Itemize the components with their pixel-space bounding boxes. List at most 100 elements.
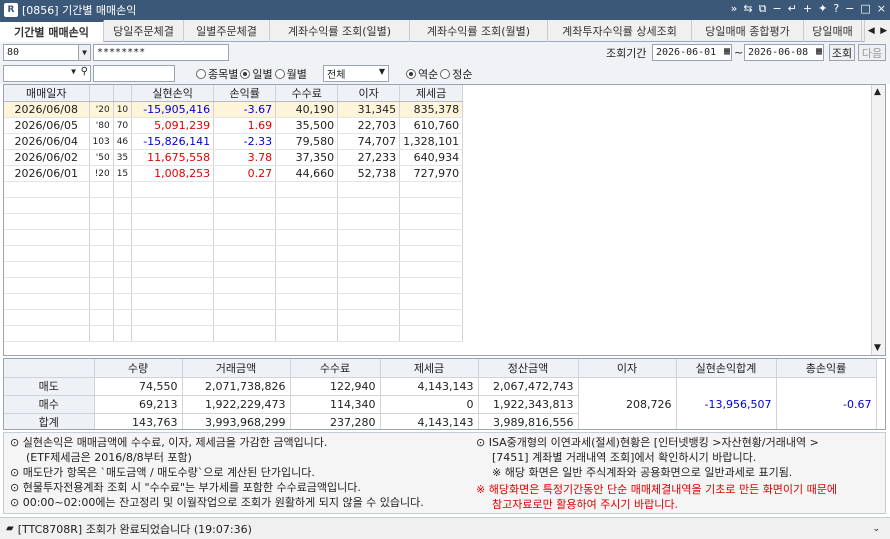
table-cell-tax [399,197,464,214]
table-row[interactable]: 2026/06/08'20 10 -15,905,416 -3.67 40,190 31,… [4,101,464,118]
radio-reverse[interactable]: 역순 [406,66,438,82]
summary-cell: 3,989,816,556 [478,413,579,429]
minimize-icon[interactable]: − [845,2,854,16]
col-pnl-rate[interactable]: 손익률 [213,85,277,102]
table-cell-fee: 35,500 [275,117,339,134]
radio-daily[interactable]: 일별 [240,66,273,82]
table-cell-fee [275,277,339,294]
sum-col-tax: 제세금 [380,359,479,378]
table-row[interactable] [4,325,464,342]
table-row[interactable] [4,181,464,198]
table-cell-pnl [131,181,215,198]
col-fee[interactable]: 수수료 [275,85,339,102]
table-cell-pnl [131,277,215,294]
account-input[interactable]: 80 ▼ [3,44,91,61]
return-icon[interactable]: ↵ [788,2,797,16]
search-icon[interactable]: ⚲ [81,66,88,77]
scroll-up-icon[interactable]: ▲ [874,87,881,97]
plus-icon[interactable]: + [803,2,812,16]
table-cell-hidden [113,213,133,230]
col-tax[interactable]: 제세금 [399,85,464,102]
password-input[interactable]: ******** [93,44,229,61]
radio-forward[interactable]: 정순 [440,66,473,82]
stock-search-input[interactable]: ▼ ⚲ [3,65,91,82]
summary-cell: 74,550 [94,377,183,396]
table-cell-date: 2026/06/01 [4,165,90,182]
chevron-down-icon[interactable]: ⌄ [872,524,880,534]
table-cell-hidden [89,229,114,246]
next-button[interactable]: 다음 [858,44,886,61]
scroll-down-icon[interactable]: ▼ [874,343,881,353]
table-cell-tax [399,325,464,342]
status-bar: ▰ [TTC8708R] 조회가 완료되었습니다 (19:07:36) ⌄ [0,517,890,539]
table-row[interactable] [4,229,464,246]
radio-monthly[interactable]: 월별 [274,66,307,82]
col-interest[interactable]: 이자 [337,85,401,102]
radio-forward-label: 정순 [452,67,473,81]
tab-today-orders[interactable]: 당일주문체결 [104,20,184,42]
tab-return-daily[interactable]: 계좌수익률 조회(일별) [270,20,410,42]
tab-next-icon[interactable]: ▶ [878,20,890,42]
table-row[interactable] [4,197,464,214]
tab-daily-orders[interactable]: 일별주문체결 [184,20,270,42]
tab-today-trade[interactable]: 당일매매 [804,20,862,42]
table-row[interactable] [4,213,464,230]
end-date-input[interactable]: 2026-06-08 ▦ [744,44,824,61]
notes-panel: ⊙ 실현손익은 매매금액에 수수료, 이자, 제세금을 가감한 금액입니다. (… [3,432,886,514]
help-icon[interactable]: ? [833,2,839,16]
table-cell-pnl [131,293,215,310]
link-icon[interactable]: » [731,2,738,16]
account-dropdown-icon[interactable]: ▼ [78,45,90,60]
table-row[interactable]: 2026/06/02'50 35 11,675,558 3.78 37,350 27,23… [4,149,464,166]
tab-bar: 기간별 매매손익 당일주문체결 일별주문체결 계좌수익률 조회(일별) 계좌수익… [0,20,890,42]
radio-reverse-label: 역순 [418,67,439,81]
minus-icon[interactable]: − [772,2,781,16]
tab-today-eval[interactable]: 당일매매 종합평가 [692,20,804,42]
pin-icon[interactable]: ⇆ [743,2,752,16]
table-cell-rate [213,293,277,310]
query-button[interactable]: 조회 [829,44,855,61]
table-cell-pnl [131,309,215,326]
date-separator: ~ [734,46,744,59]
table-row[interactable] [4,277,464,294]
summary-cell: 114,340 [290,395,381,414]
table-cell-hidden [89,181,114,198]
table-cell-date: 2026/06/05 [4,117,90,134]
tab-period-pnl[interactable]: 기간별 매매손익 [0,20,104,42]
calendar-icon[interactable]: ▦ [816,46,822,57]
col-realized-pnl[interactable]: 실현손익 [131,85,215,102]
summary-corner [4,359,95,378]
table-row[interactable] [4,309,464,326]
filter-select[interactable]: 전체 ▼ [323,65,389,82]
col-hidden-2[interactable] [113,85,133,102]
table-row[interactable] [4,245,464,262]
grid-scrollbar[interactable]: ▲ ▼ [871,85,885,355]
col-hidden-1[interactable] [89,85,114,102]
calendar-icon[interactable]: ▦ [724,46,730,57]
table-row[interactable]: 2026/06/01 !20 15 1,008,253 0.27 44,660 52,738… [4,165,464,182]
table-cell-hidden [113,229,133,246]
title-bar: R [0856] 기간별 매매손익 » ⇆ ⧉ − ↵ + ✦ ? − □ × [0,0,890,20]
table-row[interactable]: 2026/06/04 103 46 -15,826,141 -2.33 79,580 74,… [4,133,464,150]
table-header-row: 매매일자 실현손익 손익률 수수료 이자 제세금 [4,85,464,102]
table-row[interactable] [4,293,464,310]
start-date-input[interactable]: 2026-06-01 ▦ [652,44,732,61]
sum-col-qty: 수량 [94,359,183,378]
tab-return-monthly[interactable]: 계좌수익률 조회(월별) [410,20,548,42]
pushpin-icon[interactable]: ✦ [818,2,827,16]
summary-table: 수량 거래금액 수수료 제세금 정산금액 이자 실현손익합계 총손익률 매도 7… [4,359,877,429]
close-icon[interactable]: × [877,2,886,16]
table-cell-date [4,213,90,230]
tab-return-detail[interactable]: 계좌투자수익률 상세조회 [548,20,692,42]
col-trade-date[interactable]: 매매일자 [4,85,90,102]
table-row[interactable]: 2026/06/05'80 70 5,091,239 1.69 35,500 22,703… [4,117,464,134]
dropdown-icon[interactable]: ▼ [71,67,76,76]
table-row[interactable] [4,261,464,278]
note-left-4: ⊙ 현물투자전용계좌 조회 시 "수수료"는 부가세를 포함한 수수료금액입니다… [10,481,361,494]
table-cell-date [4,261,90,278]
radio-monthly-label: 월별 [286,67,307,81]
copy-icon[interactable]: ⧉ [759,2,767,16]
maximize-icon[interactable]: □ [860,2,870,16]
tab-prev-icon[interactable]: ◀ [865,20,878,42]
radio-by-stock[interactable]: 종목별 [196,66,238,82]
